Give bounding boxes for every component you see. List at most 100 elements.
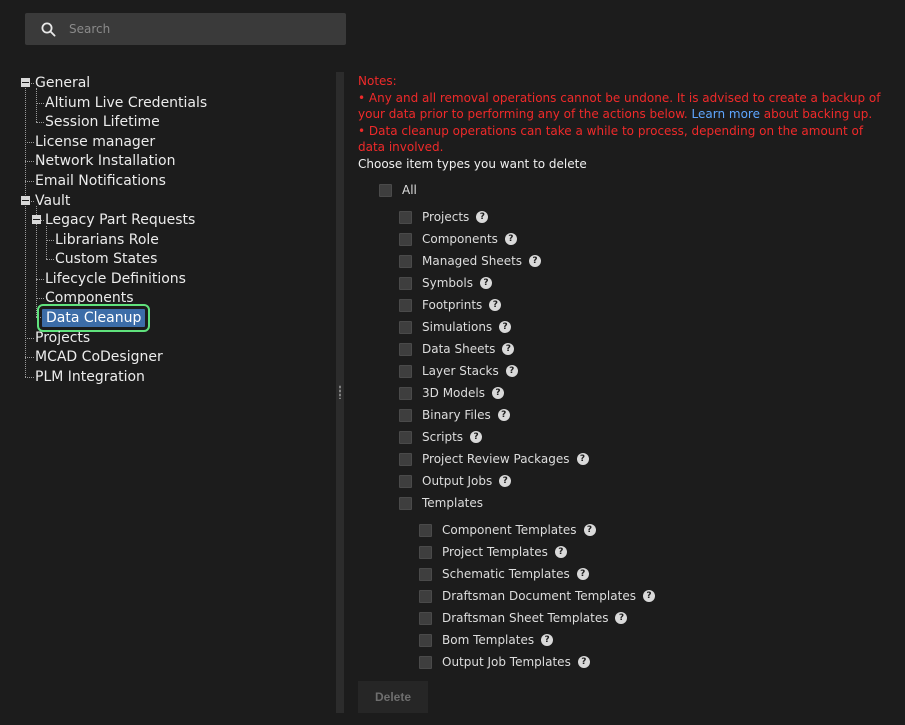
tree-item-general[interactable]: General xyxy=(35,74,90,92)
checkbox-binary-files[interactable] xyxy=(399,408,412,422)
checkbox-projects[interactable] xyxy=(399,210,412,224)
collapse-icon[interactable] xyxy=(21,78,30,87)
checkbox-row-managed-sheets[interactable]: Managed Sheets ? xyxy=(399,253,542,269)
checkbox-row-component-templates[interactable]: Component Templates ? xyxy=(419,522,596,538)
collapse-icon[interactable] xyxy=(21,196,30,205)
checkbox-scripts[interactable] xyxy=(399,430,412,444)
checkbox-row-bom-templates[interactable]: Bom Templates ? xyxy=(419,632,554,648)
tree-item-librarians-role[interactable]: Librarians Role xyxy=(55,231,159,249)
help-icon[interactable]: ? xyxy=(615,612,628,624)
notes-block: Notes: • Any and all removal operations … xyxy=(358,73,888,156)
checkbox-templates[interactable] xyxy=(399,496,412,510)
checkbox-bom-templates[interactable] xyxy=(419,633,432,647)
checkbox-row-components[interactable]: Components ? xyxy=(399,231,517,247)
checkbox-output-job-templates[interactable] xyxy=(419,655,432,669)
tree-guide xyxy=(25,142,34,143)
checkbox-row-draftsman-document-templates[interactable]: Draftsman Document Templates ? xyxy=(419,588,655,604)
checkbox-layer-stacks[interactable] xyxy=(399,364,412,378)
checkbox-label: Projects xyxy=(422,210,470,224)
checkbox-row-simulations[interactable]: Simulations ? xyxy=(399,319,512,335)
tree-guide xyxy=(25,161,34,162)
checkbox-row-all[interactable]: All xyxy=(379,182,417,198)
checkbox-components[interactable] xyxy=(399,232,412,246)
help-icon[interactable]: ? xyxy=(502,343,515,355)
help-icon[interactable]: ? xyxy=(577,656,590,668)
tree-item-components[interactable]: Components xyxy=(45,289,134,307)
help-icon[interactable]: ? xyxy=(576,568,589,580)
tree-item-mcad-codesigner[interactable]: MCAD CoDesigner xyxy=(35,348,163,366)
checkbox-all[interactable] xyxy=(379,183,392,197)
collapse-icon[interactable] xyxy=(32,215,41,224)
tree-item-plm-integration[interactable]: PLM Integration xyxy=(35,368,145,386)
help-icon[interactable]: ? xyxy=(529,255,542,267)
help-icon[interactable]: ? xyxy=(499,475,512,487)
tree-guide xyxy=(36,103,44,104)
checkbox-row-layer-stacks[interactable]: Layer Stacks ? xyxy=(399,363,518,379)
tree-guide xyxy=(36,317,41,318)
checkbox-schematic-templates[interactable] xyxy=(419,567,432,581)
checkbox-label: Simulations xyxy=(422,320,493,334)
help-icon[interactable]: ? xyxy=(491,387,504,399)
checkbox-component-templates[interactable] xyxy=(419,523,432,537)
checkbox-row-binary-files[interactable]: Binary Files ? xyxy=(399,407,510,423)
checkbox-managed-sheets[interactable] xyxy=(399,254,412,268)
help-icon[interactable]: ? xyxy=(505,365,518,377)
help-icon[interactable]: ? xyxy=(576,453,589,465)
checkbox-row-scripts[interactable]: Scripts ? xyxy=(399,429,483,445)
help-icon[interactable]: ? xyxy=(554,546,567,558)
checkbox-label: Binary Files xyxy=(422,408,491,422)
checkbox-row-project-review-packages[interactable]: Project Review Packages ? xyxy=(399,451,589,467)
checkbox-row-data-sheets[interactable]: Data Sheets ? xyxy=(399,341,515,357)
checkbox-row-output-jobs[interactable]: Output Jobs ? xyxy=(399,473,512,489)
checkbox-data-sheets[interactable] xyxy=(399,342,412,356)
help-icon[interactable]: ? xyxy=(504,233,517,245)
help-icon[interactable]: ? xyxy=(476,211,489,223)
checkbox-draftsman-document-templates[interactable] xyxy=(419,589,432,603)
checkbox-label: Bom Templates xyxy=(442,633,535,647)
tree-item-custom-states[interactable]: Custom States xyxy=(55,250,157,268)
help-icon[interactable]: ? xyxy=(642,590,655,602)
checkbox-3d-models[interactable] xyxy=(399,386,412,400)
delete-button[interactable]: Delete xyxy=(358,681,428,713)
help-icon[interactable]: ? xyxy=(470,431,483,443)
checkbox-row-symbols[interactable]: Symbols ? xyxy=(399,275,492,291)
help-icon[interactable]: ? xyxy=(541,634,554,646)
checkbox-row-project-templates[interactable]: Project Templates ? xyxy=(419,544,567,560)
checkbox-label: Project Review Packages xyxy=(422,452,570,466)
checkbox-label: Footprints xyxy=(422,298,483,312)
checkbox-label: Scripts xyxy=(422,430,464,444)
tree-item-altium-live-credentials[interactable]: Altium Live Credentials xyxy=(45,94,207,112)
checkbox-simulations[interactable] xyxy=(399,320,412,334)
checkbox-row-footprints[interactable]: Footprints ? xyxy=(399,297,502,313)
tree-item-email-notifications[interactable]: Email Notifications xyxy=(35,172,166,190)
help-icon[interactable]: ? xyxy=(583,524,596,536)
tree-item-vault[interactable]: Vault xyxy=(35,192,70,210)
checkbox-row-3d-models[interactable]: 3D Models ? xyxy=(399,385,504,401)
checkbox-output-jobs[interactable] xyxy=(399,474,412,488)
checkbox-row-schematic-templates[interactable]: Schematic Templates ? xyxy=(419,566,589,582)
checkbox-label: Project Templates xyxy=(442,545,548,559)
checkbox-draftsman-sheet-templates[interactable] xyxy=(419,611,432,625)
checkbox-row-projects[interactable]: Projects ? xyxy=(399,209,489,225)
checkbox-symbols[interactable] xyxy=(399,276,412,290)
tree-item-projects[interactable]: Projects xyxy=(35,329,90,347)
tree-item-license-manager[interactable]: License manager xyxy=(35,133,155,151)
help-icon[interactable]: ? xyxy=(489,299,502,311)
checkbox-row-output-job-templates[interactable]: Output Job Templates ? xyxy=(419,654,590,670)
tree-item-lifecycle-definitions[interactable]: Lifecycle Definitions xyxy=(45,270,186,288)
help-icon[interactable]: ? xyxy=(499,321,512,333)
help-icon[interactable]: ? xyxy=(479,277,492,289)
learn-more-link[interactable]: Learn more xyxy=(692,107,760,121)
tree-item-legacy-part-requests[interactable]: Legacy Part Requests xyxy=(45,211,195,229)
checkbox-row-draftsman-sheet-templates[interactable]: Draftsman Sheet Templates ? xyxy=(419,610,628,626)
tree-item-data-cleanup[interactable]: Data Cleanup xyxy=(36,304,151,332)
help-icon[interactable]: ? xyxy=(497,409,510,421)
checkbox-project-review-packages[interactable] xyxy=(399,452,412,466)
tree-item-network-installation[interactable]: Network Installation xyxy=(35,152,175,170)
checkbox-footprints[interactable] xyxy=(399,298,412,312)
tree-item-session-lifetime[interactable]: Session Lifetime xyxy=(45,113,160,131)
checkbox-row-templates[interactable]: Templates xyxy=(399,495,483,511)
panel-splitter[interactable] xyxy=(336,72,344,713)
checkbox-project-templates[interactable] xyxy=(419,545,432,559)
checkbox-label: Templates xyxy=(422,496,484,510)
